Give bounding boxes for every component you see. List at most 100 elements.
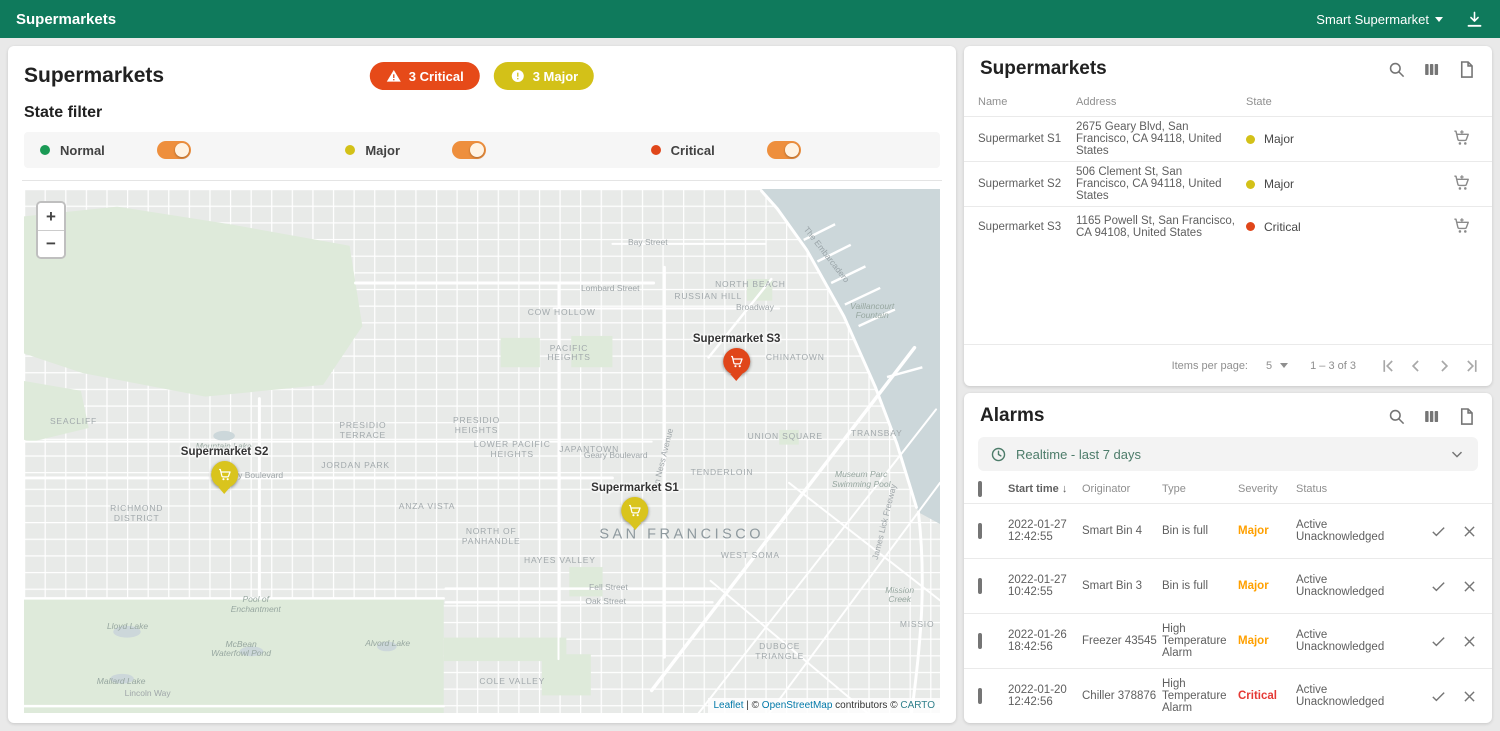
alarm-row[interactable]: 2022-01-27 10:42:55 Smart Bin 3 Bin is f… [964,558,1492,613]
zoom-out-button[interactable]: − [38,230,64,257]
entity-select[interactable]: Smart Supermarket [1316,12,1443,27]
supermarket-state: Major [1246,177,1452,191]
major-count-badge[interactable]: 3 Major [494,62,595,90]
map-label: COLE VALLEY [479,677,545,687]
marker-label: Supermarket S3 [693,333,781,345]
columns-icon[interactable] [1422,60,1441,79]
critical-toggle[interactable] [767,141,801,159]
items-per-page-select[interactable]: 5 [1266,360,1288,372]
clear-icon[interactable] [1461,633,1478,650]
supermarkets-table-title: Supermarkets [980,58,1107,80]
acknowledge-icon[interactable] [1430,633,1447,650]
map-label: COW HOLLOW [528,308,596,318]
cart-action-icon[interactable] [1452,173,1478,195]
column-address[interactable]: Address [1076,96,1246,108]
column-state[interactable]: State [1246,96,1478,108]
supermarket-address: 2675 Geary Blvd, San Francisco, CA 94118… [1076,121,1246,157]
osm-link[interactable]: OpenStreetMap [762,700,833,711]
map-marker-supermarket-s2[interactable]: Supermarket S2 [181,446,269,488]
map[interactable]: SAN FRANCISCOBay StreetNORTH BEACHLombar… [24,189,940,713]
prev-page-icon[interactable] [1406,356,1426,376]
download-icon[interactable] [1465,10,1484,29]
export-icon[interactable] [1457,407,1476,426]
marker-label: Supermarket S1 [591,482,679,494]
timewindow-select[interactable]: Realtime - last 7 days [978,437,1478,471]
page-title: Supermarkets [24,64,164,88]
map-marker-supermarket-s3[interactable]: Supermarket S3 [693,333,781,375]
major-count-label: 3 Major [533,69,579,84]
clear-icon[interactable] [1461,688,1478,705]
alarm-type: Bin is full [1162,525,1238,537]
map-labels-layer: SAN FRANCISCOBay StreetNORTH BEACHLombar… [24,189,940,713]
column-name[interactable]: Name [978,96,1076,108]
row-checkbox[interactable] [978,578,982,594]
zoom-in-button[interactable]: + [38,203,64,230]
alarm-type: High Temperature Alarm [1162,623,1238,659]
supermarket-name: Supermarket S3 [978,221,1076,233]
state-dot [1246,222,1255,231]
map-label: Pool of Enchantment [221,595,291,615]
map-marker-supermarket-s1[interactable]: Supermarket S1 [591,482,679,524]
supermarket-name: Supermarket S1 [978,133,1076,145]
filter-label-major: Major [365,143,400,158]
leaflet-link[interactable]: Leaflet [713,700,743,711]
map-label: SEACLIFF [50,417,97,427]
row-checkbox[interactable] [978,523,982,539]
alarm-start-time: 2022-01-20 12:42:56 [1008,684,1082,708]
alarm-row[interactable]: 2022-01-20 12:42:56 Chiller 378876 High … [964,668,1492,723]
last-page-icon[interactable] [1462,356,1482,376]
state-dot [1246,180,1255,189]
supermarket-state: Major [1246,132,1452,146]
acknowledge-icon[interactable] [1430,578,1447,595]
filter-label-critical: Critical [671,143,715,158]
major-state-dot [345,145,355,155]
clear-icon[interactable] [1461,578,1478,595]
alarm-status: Active Unacknowledged [1296,629,1390,653]
map-label: RUSSIAN HILL [674,293,742,303]
paginator: Items per page: 5 1 – 3 of 3 [964,344,1492,386]
alarm-status: Active Unacknowledged [1296,519,1390,543]
columns-icon[interactable] [1422,407,1441,426]
column-start-time[interactable]: Start time ↓ [1008,483,1082,495]
acknowledge-icon[interactable] [1430,523,1447,540]
select-all-checkbox[interactable] [978,481,982,497]
map-label: Vaillancourt Fountain [838,302,906,322]
alarm-row[interactable]: 2022-01-26 18:42:56 Freezer 43545 High T… [964,613,1492,668]
map-label: SAN FRANCISCO [599,526,764,543]
table-row[interactable]: Supermarket S2 506 Clement St, San Franc… [964,161,1492,206]
critical-count-badge[interactable]: 3 Critical [370,62,480,90]
search-icon[interactable] [1387,60,1406,79]
chevron-down-icon [1448,445,1466,463]
column-originator[interactable]: Originator [1082,483,1162,495]
carto-link[interactable]: CARTO [900,700,935,711]
map-label: Alvord Lake [365,639,410,649]
warning-icon [386,68,402,84]
cart-action-icon[interactable] [1452,128,1478,150]
first-page-icon[interactable] [1378,356,1398,376]
column-severity[interactable]: Severity [1238,483,1296,495]
cart-action-icon[interactable] [1452,216,1478,238]
map-label: JAPANTOWN [559,446,619,456]
row-checkbox[interactable] [978,688,982,704]
alarm-status: Active Unacknowledged [1296,684,1390,708]
alarm-row[interactable]: 2022-01-27 12:42:55 Smart Bin 4 Bin is f… [964,503,1492,558]
export-icon[interactable] [1457,60,1476,79]
search-icon[interactable] [1387,407,1406,426]
cart-marker-icon [621,497,648,524]
map-label: Lincoln Way [125,689,171,699]
entity-select-value: Smart Supermarket [1316,12,1429,27]
normal-toggle[interactable] [157,141,191,159]
map-label: Geary Boulevard [584,451,648,461]
state-dot [1246,135,1255,144]
acknowledge-icon[interactable] [1430,688,1447,705]
column-status[interactable]: Status [1296,483,1390,495]
table-row[interactable]: Supermarket S1 2675 Geary Blvd, San Fran… [964,116,1492,161]
next-page-icon[interactable] [1434,356,1454,376]
table-row[interactable]: Supermarket S3 1165 Powell St, San Franc… [964,206,1492,246]
major-toggle[interactable] [452,141,486,159]
column-type[interactable]: Type [1162,483,1238,495]
row-checkbox[interactable] [978,633,982,649]
map-label: DUBOCE TRIANGLE [741,642,819,662]
alarm-type: Bin is full [1162,580,1238,592]
clear-icon[interactable] [1461,523,1478,540]
